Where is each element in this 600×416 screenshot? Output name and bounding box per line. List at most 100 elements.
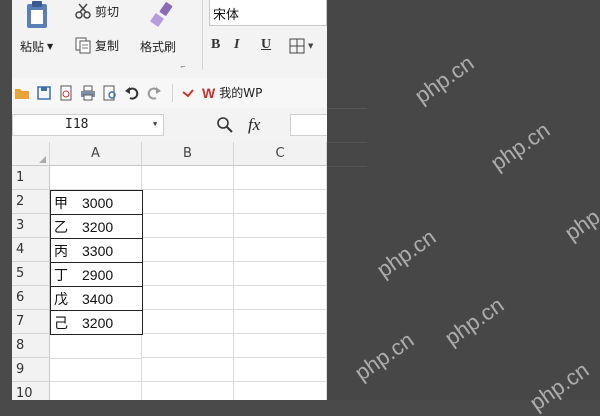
- dropdown-arrow-icon[interactable]: ▼: [153, 120, 157, 128]
- row-header[interactable]: 7: [12, 310, 50, 334]
- cell[interactable]: [50, 335, 142, 359]
- cell-name: 丙: [54, 244, 68, 260]
- row-header[interactable]: 2: [12, 190, 50, 214]
- underline-button[interactable]: U: [261, 37, 271, 53]
- scissors-icon: [75, 3, 91, 19]
- cell[interactable]: [143, 238, 234, 262]
- cell[interactable]: [234, 286, 327, 310]
- cell[interactable]: [143, 190, 234, 214]
- undo-icon[interactable]: [124, 85, 140, 101]
- spreadsheet-window: 粘贴 ▼ 剪切 复制 格式刷 ⌐ 宋体 B I U ▼ W 我的WP I18 ▼…: [12, 0, 327, 400]
- paste-button[interactable]: 粘贴 ▼: [18, 0, 66, 62]
- row-header[interactable]: 3: [12, 214, 50, 238]
- insert-function-button[interactable]: fx: [248, 115, 260, 135]
- cell[interactable]: [50, 358, 142, 382]
- cell[interactable]: [234, 358, 327, 382]
- copy-icon: [75, 37, 91, 54]
- format-painter-button[interactable]: 格式刷: [138, 0, 190, 62]
- cell[interactable]: [234, 238, 327, 262]
- dropdown-arrow-icon[interactable]: ▼: [47, 42, 53, 51]
- cut-label: 剪切: [95, 4, 120, 19]
- sheet-grid: A B C 1 2 3 4 5 6 7 8 9 10 甲 3000 乙 3200 丙…: [12, 142, 327, 400]
- cell-name: 丁: [54, 268, 68, 284]
- cell[interactable]: [234, 214, 327, 238]
- redo-icon[interactable]: [146, 85, 162, 101]
- copy-button[interactable]: 复制: [74, 36, 119, 54]
- my-wps-label: 我的WP: [219, 86, 263, 100]
- row-header[interactable]: 6: [12, 286, 50, 310]
- cell[interactable]: [142, 334, 234, 358]
- cell[interactable]: [143, 214, 234, 238]
- font-name-value: 宋体: [213, 8, 240, 23]
- cell-name: 己: [54, 316, 68, 332]
- font-name-select[interactable]: 宋体: [209, 0, 327, 26]
- name-box[interactable]: I18 ▼: [12, 114, 164, 136]
- borders-button[interactable]: ▼: [289, 38, 313, 58]
- copy-label: 复制: [95, 38, 120, 53]
- cell[interactable]: [143, 286, 234, 310]
- dropdown-arrow-icon[interactable]: ▼: [308, 42, 313, 50]
- cut-button[interactable]: 剪切: [74, 2, 119, 20]
- data-cell[interactable]: 丙 3300: [50, 238, 143, 263]
- name-box-value: I18: [65, 117, 89, 132]
- column-header-a[interactable]: A: [50, 142, 142, 166]
- format-painter-label: 格式刷: [140, 40, 177, 54]
- my-wps-button[interactable]: W 我的WP: [202, 84, 262, 101]
- group-launcher-icon[interactable]: ⌐: [180, 63, 186, 71]
- cell-name: 戊: [54, 292, 68, 308]
- data-cell[interactable]: 戊 3400: [50, 286, 143, 311]
- ribbon: 粘贴 ▼ 剪切 复制 格式刷 ⌐ 宋体 B I U ▼: [12, 0, 327, 79]
- cell[interactable]: [234, 382, 327, 400]
- cell[interactable]: [142, 382, 234, 400]
- cell[interactable]: [143, 262, 234, 286]
- row-header[interactable]: 10: [12, 382, 50, 400]
- ribbon-separator: [202, 0, 203, 70]
- cell[interactable]: [143, 310, 234, 334]
- row-header[interactable]: 5: [12, 262, 50, 286]
- column-header-b[interactable]: B: [142, 142, 234, 166]
- cell-value: 3200: [82, 219, 114, 235]
- clipboard-icon: [27, 1, 47, 28]
- borders-icon: [289, 38, 305, 54]
- data-cell[interactable]: 乙 3200: [50, 214, 143, 239]
- italic-button[interactable]: I: [234, 37, 239, 53]
- zoom-icon[interactable]: [216, 116, 234, 134]
- print-icon[interactable]: [80, 85, 96, 101]
- corner-triangle-icon: [39, 156, 46, 163]
- cell-value: 3200: [82, 315, 114, 331]
- cell[interactable]: [234, 334, 327, 358]
- cell[interactable]: [234, 166, 327, 190]
- wps-logo-icon: W: [202, 84, 216, 101]
- row-header[interactable]: 4: [12, 238, 50, 262]
- column-header-c[interactable]: C: [234, 142, 327, 166]
- row-header[interactable]: 9: [12, 358, 50, 382]
- data-cell[interactable]: 甲 3000: [50, 190, 143, 215]
- cell[interactable]: [50, 166, 142, 190]
- cell-name: 甲: [54, 196, 68, 212]
- customize-toolbar-icon[interactable]: [180, 85, 196, 101]
- select-all-corner[interactable]: [12, 142, 50, 166]
- data-cell[interactable]: 己 3200: [50, 310, 143, 335]
- bold-button[interactable]: B: [211, 37, 220, 53]
- formula-input[interactable]: [290, 114, 327, 136]
- cell-value: 3400: [82, 291, 114, 307]
- print-preview-icon[interactable]: [102, 85, 118, 101]
- cell-value: 3000: [82, 195, 114, 211]
- paintbrush-icon: [150, 2, 173, 27]
- data-cell[interactable]: 丁 2900: [50, 262, 143, 287]
- save-icon[interactable]: [36, 85, 52, 101]
- export-pdf-icon[interactable]: [58, 85, 74, 101]
- paste-label: 粘贴: [20, 40, 45, 54]
- cell[interactable]: [234, 262, 327, 286]
- toolbar-separator: [172, 84, 173, 102]
- cell[interactable]: [142, 166, 234, 190]
- row-header[interactable]: 1: [12, 166, 50, 190]
- cell[interactable]: [234, 310, 327, 334]
- open-folder-icon[interactable]: [14, 85, 30, 101]
- cell[interactable]: [142, 358, 234, 382]
- row-header[interactable]: 8: [12, 334, 50, 358]
- cell[interactable]: [234, 190, 327, 214]
- formula-bar: I18 ▼ fx: [12, 108, 327, 143]
- dark-divider: [327, 142, 367, 143]
- cell[interactable]: [50, 382, 142, 400]
